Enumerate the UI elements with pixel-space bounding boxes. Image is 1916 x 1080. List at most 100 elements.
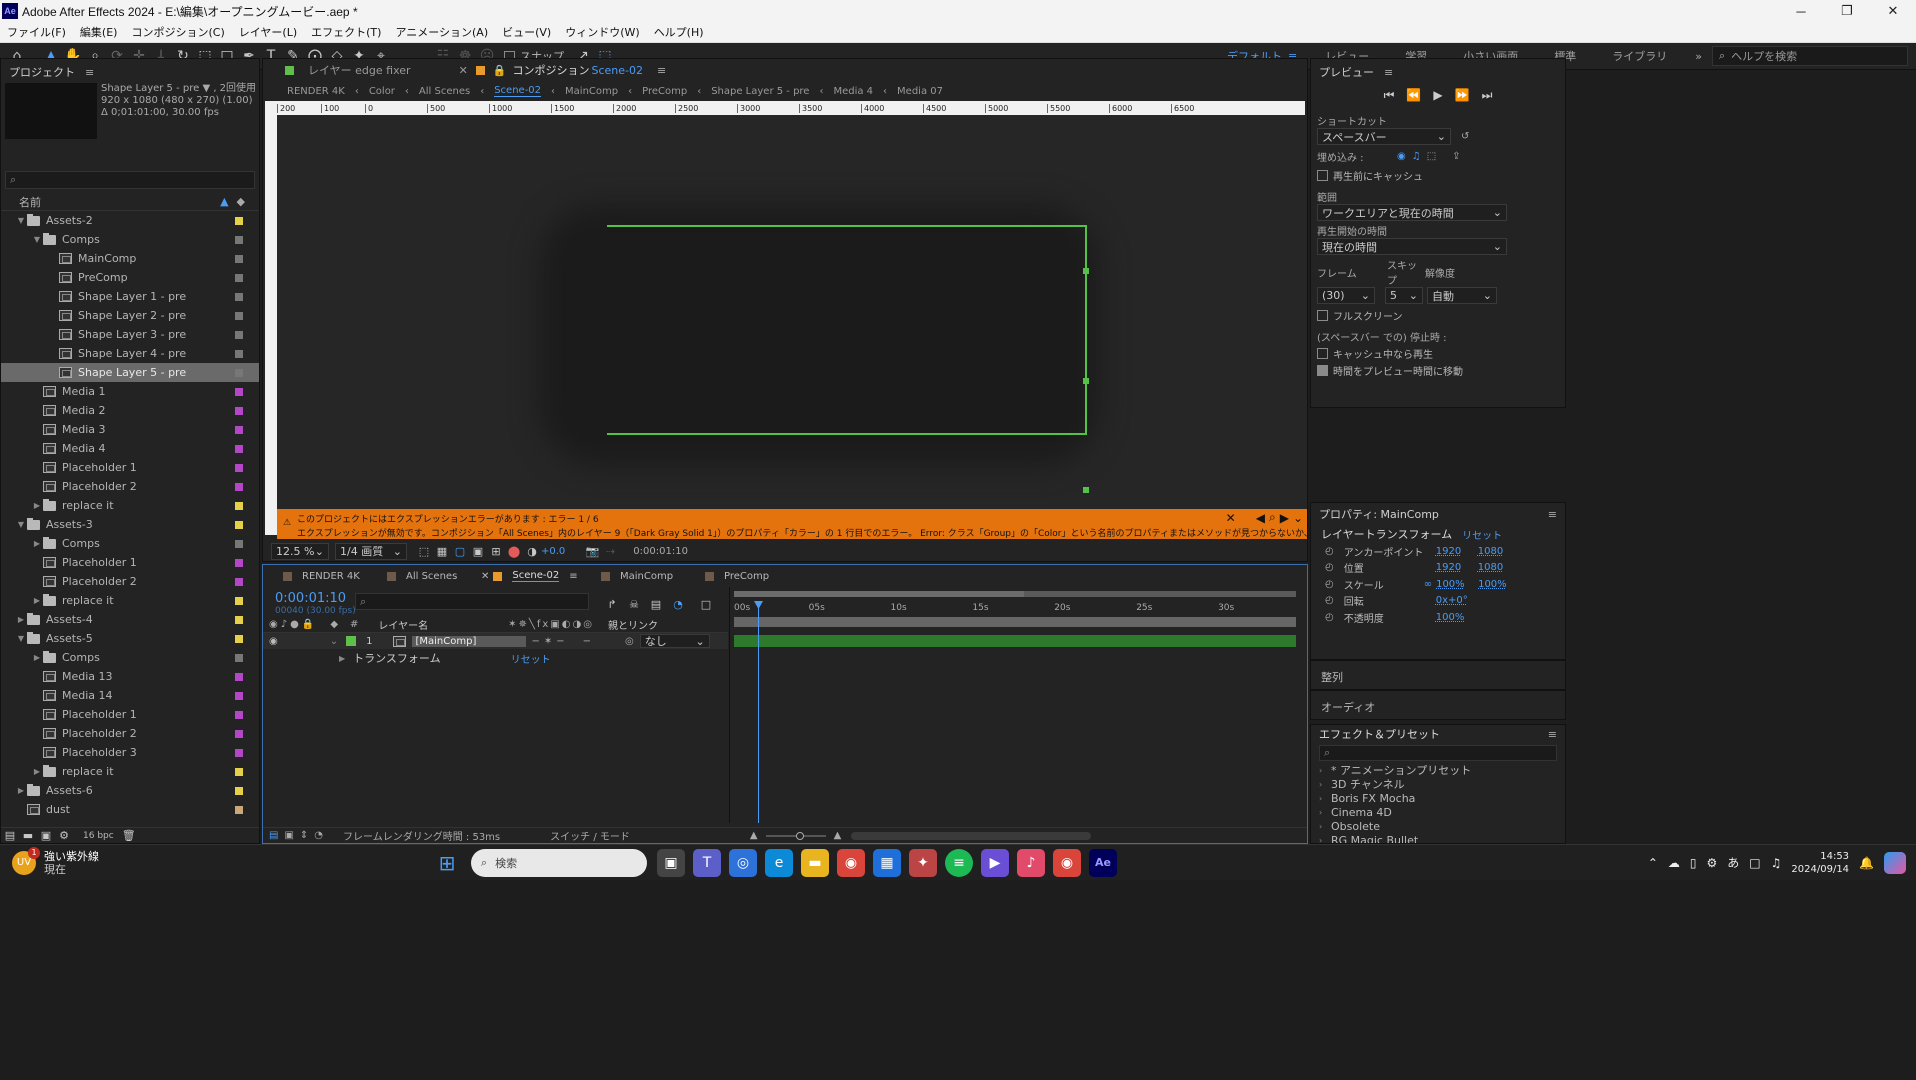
lock-column-icon[interactable]: 🔒: [302, 619, 314, 630]
project-folder[interactable]: ▶ replace it: [1, 496, 259, 515]
timeline-timecode[interactable]: 0:00:01:10: [275, 591, 346, 606]
zoom-dropdown[interactable]: 12.5 % ⌄: [271, 542, 329, 560]
eye-icon[interactable]: ◉: [269, 636, 278, 647]
photo-app-icon[interactable]: ✦: [909, 848, 937, 877]
in-out-toggle-icon[interactable]: ▣: [284, 830, 293, 841]
antivirus-icon[interactable]: ☁: [1668, 856, 1680, 870]
layer-name[interactable]: [MainComp]: [411, 635, 526, 647]
zoom-out-icon[interactable]: ▲: [750, 830, 758, 841]
label-color-swatch[interactable]: [235, 805, 243, 814]
panel-menu-icon[interactable]: ≡: [1548, 728, 1557, 741]
breadcrumb-item[interactable]: All Scenes: [419, 86, 470, 97]
cache-before-play-option[interactable]: 再生前にキャッシュ: [1317, 168, 1559, 183]
label-color-swatch[interactable]: [235, 444, 243, 453]
timeline-scrollbar[interactable]: [851, 831, 1092, 840]
expand-transform-icon[interactable]: ▶: [339, 654, 345, 663]
project-folder[interactable]: ▶ Assets-4: [1, 610, 259, 629]
menu-window[interactable]: ウィンドウ(W): [558, 24, 646, 40]
stretch-toggle-icon[interactable]: ⇕: [300, 830, 308, 841]
property-value-2[interactable]: 100%: [1478, 579, 1507, 590]
previous-error-icon[interactable]: ◀: [1256, 511, 1265, 525]
minimize-icon[interactable]: ─: [1778, 0, 1824, 22]
switches-icons[interactable]: ✶✵╲fx▣◐◑◎: [508, 619, 594, 630]
shortcut-dropdown[interactable]: スペースバー ⌄: [1317, 128, 1451, 145]
label-color-swatch[interactable]: [235, 482, 243, 491]
copilot-tray-icon[interactable]: [1884, 851, 1906, 874]
project-folder[interactable]: ▶ replace it: [1, 762, 259, 781]
work-area-bar[interactable]: [734, 617, 1296, 627]
project-comp-item[interactable]: Placeholder 1: [1, 705, 259, 724]
comp-mini-flowchart-icon[interactable]: ↱: [601, 593, 623, 615]
panel-menu-icon[interactable]: ≡: [569, 571, 577, 582]
project-folder[interactable]: ▶ Comps: [1, 534, 259, 553]
label-color-swatch[interactable]: [235, 539, 243, 548]
chevron-right-icon[interactable]: ▶: [31, 539, 43, 548]
cache-play-checkbox[interactable]: [1317, 348, 1328, 359]
breadcrumb-item[interactable]: Media 07: [897, 86, 943, 97]
help-search-box[interactable]: ⌕ ヘルプを検索: [1712, 46, 1908, 66]
property-value-1[interactable]: 1920: [1436, 562, 1478, 573]
exposure-value[interactable]: +0.0: [541, 546, 565, 557]
layer-handle[interactable]: [1083, 378, 1089, 384]
close-icon[interactable]: ✕: [1226, 511, 1236, 525]
resolution-dropdown[interactable]: 1/4 画質 ⌄: [335, 542, 407, 560]
project-folder[interactable]: ▼ Assets-2: [1, 211, 259, 230]
move-time-checkbox[interactable]: [1317, 365, 1328, 376]
label-color-swatch[interactable]: [235, 425, 243, 434]
time-graph[interactable]: 00s 05s 10s 15s 20s 25s 30s: [729, 587, 1307, 823]
panel-menu-icon[interactable]: ≡: [85, 66, 94, 79]
viewer-timecode[interactable]: 0:00:01:10: [633, 546, 688, 557]
shy-layers-icon[interactable]: ☠: [623, 593, 645, 615]
chevron-down-icon[interactable]: ▼: [15, 520, 27, 529]
stopwatch-icon[interactable]: ◴: [1325, 595, 1334, 606]
chevron-right-icon[interactable]: ▶: [31, 596, 43, 605]
store-icon[interactable]: ▦: [873, 848, 901, 877]
label-color-swatch[interactable]: [235, 501, 243, 510]
stopwatch-icon[interactable]: ◴: [1325, 562, 1334, 573]
layer-bounding-box[interactable]: [607, 225, 1087, 435]
overlay-toggle-icon[interactable]: ⬚: [1427, 151, 1436, 162]
render-time-toggle-icon[interactable]: ▤: [269, 830, 278, 841]
project-comp-item[interactable]: Media 13: [1, 667, 259, 686]
project-folder[interactable]: ▼ Assets-3: [1, 515, 259, 534]
property-value-2[interactable]: 1080: [1478, 562, 1503, 573]
region-of-interest-icon[interactable]: ▣: [469, 540, 487, 562]
label-color-swatch[interactable]: [235, 558, 243, 567]
audio-toggle-icon[interactable]: ♫: [1412, 151, 1421, 162]
effect-category[interactable]: › * アニメーションプリセット: [1319, 763, 1557, 777]
breadcrumb-item[interactable]: RENDER 4K: [287, 86, 345, 97]
play-icon[interactable]: ▶: [1433, 88, 1442, 102]
next-error-icon[interactable]: ▶: [1280, 511, 1289, 525]
chevron-right-icon[interactable]: ›: [1319, 780, 1331, 789]
label-color-swatch[interactable]: [235, 767, 243, 776]
label-color-swatch[interactable]: [235, 653, 243, 662]
audio-panel[interactable]: オーディオ: [1310, 690, 1566, 720]
layer-switches[interactable]: −✶− −: [532, 636, 596, 647]
layer-handle[interactable]: [1083, 487, 1089, 493]
transparency-grid-icon[interactable]: ▦: [433, 540, 451, 562]
sort-ascending-icon[interactable]: ▲: [220, 195, 228, 208]
network-icon[interactable]: □: [1749, 856, 1760, 870]
timeline-tab[interactable]: ✕ Scene-02 ≡: [471, 570, 581, 582]
weather-widget[interactable]: UV 1 強い紫外線 現在: [12, 846, 99, 876]
chevron-right-icon[interactable]: ›: [1319, 822, 1331, 831]
video-app-icon[interactable]: ▶: [981, 848, 1009, 877]
clock[interactable]: 14:53 2024/09/14: [1791, 850, 1849, 876]
chrome-profile-icon[interactable]: ◉: [1053, 848, 1081, 877]
project-comp-item[interactable]: Placeholder 1: [1, 553, 259, 572]
usb-icon[interactable]: ▯: [1690, 856, 1697, 870]
collapse-icon[interactable]: ⌄: [1293, 511, 1303, 525]
transform-row[interactable]: ▶ トランスフォーム リセット: [263, 650, 728, 666]
label-color-swatch[interactable]: [235, 406, 243, 415]
property-value-1[interactable]: 100%: [1436, 579, 1478, 590]
label-color-swatch[interactable]: [235, 368, 243, 377]
timeline-tab[interactable]: RENDER 4K: [263, 571, 367, 582]
label-color-swatch[interactable]: [235, 615, 243, 624]
effects-search-input[interactable]: ⌕: [1319, 745, 1557, 761]
play-from-dropdown[interactable]: 現在の時間 ⌄: [1317, 238, 1507, 255]
breadcrumb-item[interactable]: Scene-02: [494, 85, 542, 97]
tab-layer-edge-fixer[interactable]: レイヤー edge fixer: [308, 62, 411, 78]
breadcrumb-item[interactable]: PreComp: [642, 86, 687, 97]
composition-viewer[interactable]: [277, 115, 1307, 509]
search-icon[interactable]: ⌕: [1269, 510, 1276, 525]
